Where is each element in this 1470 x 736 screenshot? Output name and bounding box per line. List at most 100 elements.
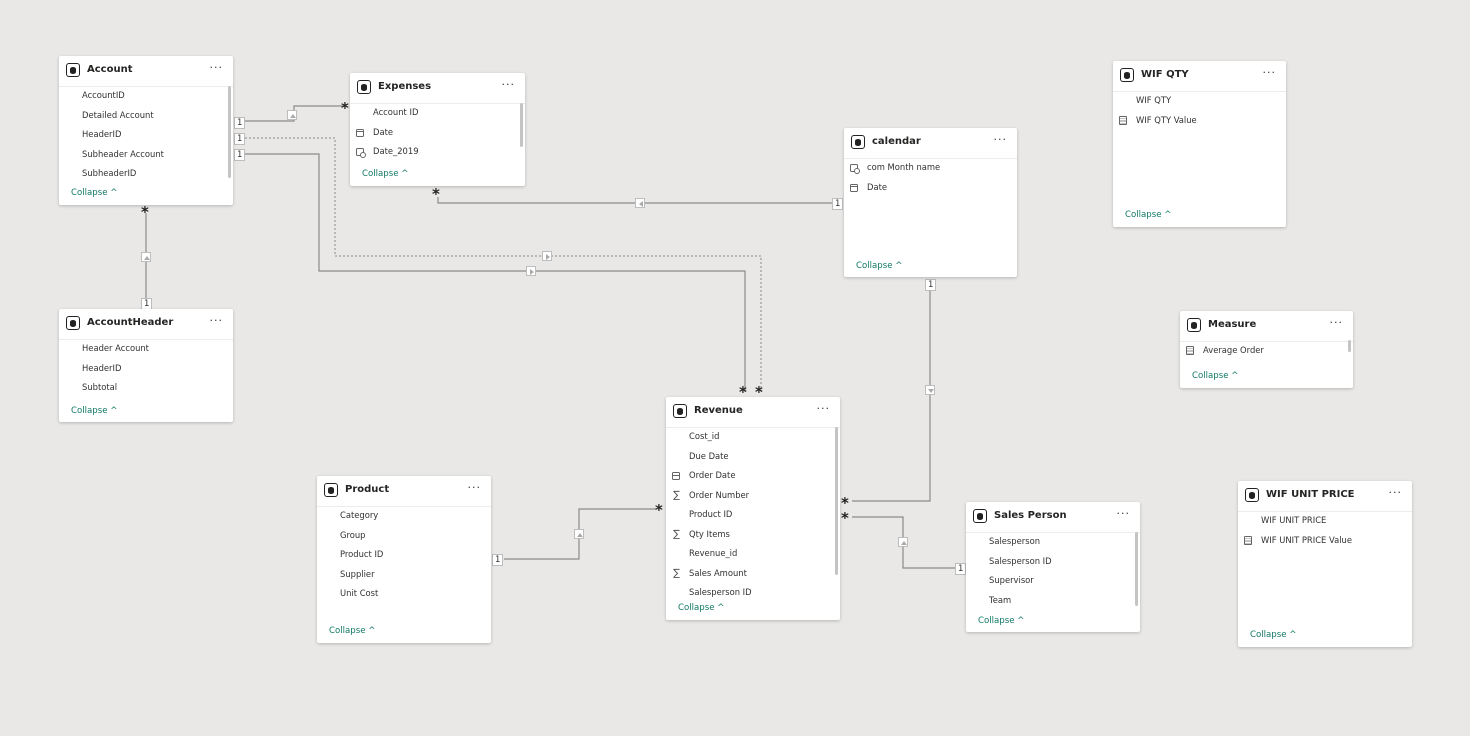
collapse-button[interactable]: Collapse ^: [1192, 371, 1238, 381]
field-item[interactable]: com Month name: [844, 158, 1017, 178]
table-icon: [66, 316, 80, 330]
field-item[interactable]: HeaderID: [59, 125, 233, 145]
collapse-button[interactable]: Collapse ^: [329, 626, 375, 636]
rel-account-revenue[interactable]: [245, 153, 746, 392]
direction-down-icon[interactable]: [925, 385, 935, 395]
table-header[interactable]: Product ···: [317, 476, 491, 507]
field-item[interactable]: Salesperson ID: [966, 552, 1140, 572]
field-item[interactable]: Subtotal: [59, 378, 233, 398]
direction-up-icon[interactable]: [141, 252, 151, 262]
field-item[interactable]: Detailed Account: [59, 106, 233, 126]
table-card-account[interactable]: Account ··· AccountID Detailed Account H…: [59, 56, 233, 205]
field-item[interactable]: Supervisor: [966, 571, 1140, 591]
table-icon: [673, 404, 687, 418]
table-title: Measure: [1208, 319, 1257, 330]
field-item[interactable]: Salesperson: [966, 532, 1140, 552]
field-item[interactable]: Revenue_id: [666, 544, 840, 564]
table-card-sales-person[interactable]: Sales Person ··· Salesperson Salesperson…: [966, 502, 1140, 632]
field-item[interactable]: WIF UNIT PRICE Value: [1238, 531, 1412, 551]
table-card-wif-unit-price[interactable]: WIF UNIT PRICE ··· WIF UNIT PRICE WIF UN…: [1238, 481, 1412, 647]
direction-left-icon[interactable]: [635, 198, 645, 208]
direction-up-icon[interactable]: [898, 537, 908, 547]
scrollbar[interactable]: [835, 427, 838, 575]
field-item[interactable]: Date: [844, 178, 1017, 198]
field-item[interactable]: AccountID: [59, 86, 233, 106]
field-item[interactable]: HeaderID: [59, 359, 233, 379]
table-header[interactable]: Revenue ···: [666, 397, 840, 428]
field-item[interactable]: Due Date: [666, 447, 840, 467]
field-item[interactable]: Product ID: [666, 505, 840, 525]
more-options-button[interactable]: ···: [994, 133, 1008, 146]
collapse-button[interactable]: Collapse ^: [1250, 630, 1296, 640]
table-card-product[interactable]: Product ··· Category Group Product ID Su…: [317, 476, 491, 643]
table-card-calendar[interactable]: calendar ··· com Month name Date Collaps…: [844, 128, 1017, 277]
field-item[interactable]: Subheader Account: [59, 145, 233, 165]
direction-right-icon[interactable]: [526, 266, 536, 276]
more-options-button[interactable]: ···: [1330, 316, 1344, 329]
field-item[interactable]: Average Order: [1180, 341, 1353, 361]
field-item[interactable]: WIF UNIT PRICE: [1238, 511, 1412, 531]
more-options-button[interactable]: ···: [817, 402, 831, 415]
field-item[interactable]: Sales Amount: [666, 564, 840, 584]
direction-up-icon[interactable]: [287, 110, 297, 120]
scrollbar[interactable]: [1135, 532, 1138, 606]
field-item[interactable]: WIF QTY Value: [1113, 111, 1286, 131]
field-item[interactable]: WIF QTY: [1113, 91, 1286, 111]
table-header[interactable]: Measure ···: [1180, 311, 1353, 342]
table-header[interactable]: AccountHeader ···: [59, 309, 233, 340]
field-item[interactable]: Salesperson ID: [666, 583, 840, 603]
direction-up-icon[interactable]: [574, 529, 584, 539]
collapse-button[interactable]: Collapse ^: [678, 603, 724, 613]
cardinality-one: 1: [955, 563, 967, 575]
field-item[interactable]: Date_2019: [350, 142, 525, 162]
collapse-button[interactable]: Collapse ^: [1125, 210, 1171, 220]
calculated-column-icon: [850, 164, 860, 174]
scrollbar[interactable]: [520, 103, 523, 147]
field-item[interactable]: Unit Cost: [317, 584, 491, 604]
scrollbar[interactable]: [1348, 340, 1351, 352]
table-header[interactable]: calendar ···: [844, 128, 1017, 159]
collapse-button[interactable]: Collapse ^: [978, 616, 1024, 626]
more-options-button[interactable]: ···: [502, 78, 516, 91]
more-options-button[interactable]: ···: [210, 61, 224, 74]
field-item[interactable]: Date: [350, 123, 525, 143]
collapse-button[interactable]: Collapse ^: [71, 406, 117, 416]
more-options-button[interactable]: ···: [1389, 486, 1403, 499]
more-options-button[interactable]: ···: [1263, 66, 1277, 79]
more-options-button[interactable]: ···: [1117, 507, 1131, 520]
sigma-icon: [672, 530, 681, 539]
field-item[interactable]: Cost_id: [666, 427, 840, 447]
collapse-button[interactable]: Collapse ^: [856, 261, 902, 271]
scrollbar[interactable]: [228, 86, 231, 178]
table-header[interactable]: Expenses ···: [350, 73, 525, 104]
table-card-expenses[interactable]: Expenses ··· Account ID Date Date_2019 C…: [350, 73, 525, 186]
model-canvas[interactable]: 1 1 1 * * 1 * 1 1 * * * * * 1 1 Account …: [0, 0, 1470, 736]
table-card-revenue[interactable]: Revenue ··· Cost_id Due Date Order Date …: [666, 397, 840, 620]
field-item[interactable]: Supplier: [317, 565, 491, 585]
field-item[interactable]: Order Number: [666, 486, 840, 506]
field-item[interactable]: Group: [317, 526, 491, 546]
direction-right-icon[interactable]: [542, 251, 552, 261]
table-icon: [851, 135, 865, 149]
rel-calendar-revenue[interactable]: [852, 288, 931, 502]
field-item[interactable]: SubheaderID: [59, 164, 233, 184]
table-header[interactable]: WIF QTY ···: [1113, 61, 1286, 92]
field-item[interactable]: Product ID: [317, 545, 491, 565]
field-item[interactable]: Team: [966, 591, 1140, 611]
table-header[interactable]: Account ···: [59, 56, 233, 87]
table-card-measure[interactable]: Measure ··· Average Order Collapse ^: [1180, 311, 1353, 388]
field-item[interactable]: Account ID: [350, 103, 525, 123]
table-card-accountheader[interactable]: AccountHeader ··· Header Account HeaderI…: [59, 309, 233, 422]
table-card-wif-qty[interactable]: WIF QTY ··· WIF QTY WIF QTY Value Collap…: [1113, 61, 1286, 227]
field-item[interactable]: Qty Items: [666, 525, 840, 545]
more-options-button[interactable]: ···: [210, 314, 224, 327]
collapse-button[interactable]: Collapse ^: [362, 169, 408, 179]
field-item[interactable]: Category: [317, 506, 491, 526]
field-item[interactable]: Header Account: [59, 339, 233, 359]
more-options-button[interactable]: ···: [468, 481, 482, 494]
collapse-button[interactable]: Collapse ^: [71, 188, 117, 198]
table-header[interactable]: WIF UNIT PRICE ···: [1238, 481, 1412, 512]
field-item[interactable]: Order Date: [666, 466, 840, 486]
cardinality-many: *: [655, 501, 663, 519]
table-header[interactable]: Sales Person ···: [966, 502, 1140, 533]
